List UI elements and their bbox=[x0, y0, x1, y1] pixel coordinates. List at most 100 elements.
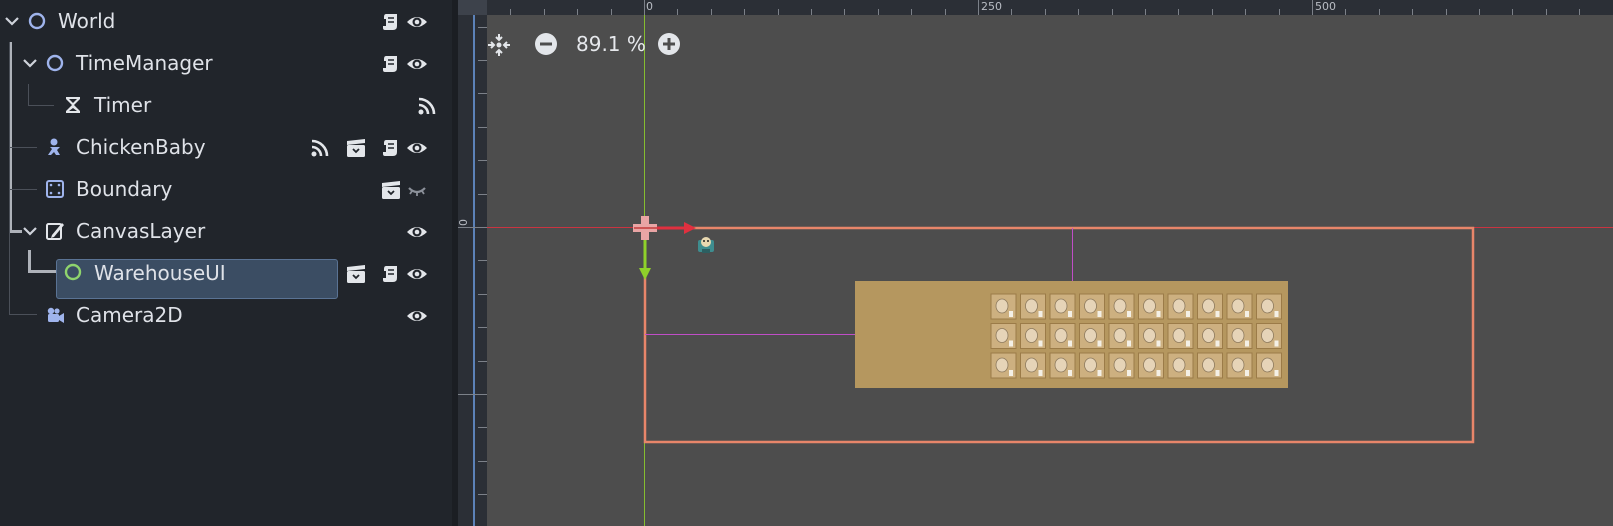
inventory-slot bbox=[990, 323, 1017, 349]
inventory-slot bbox=[1138, 293, 1164, 320]
tree-item-canvaslayer[interactable]: CanvasLayer bbox=[0, 211, 455, 251]
inventory-slot bbox=[1138, 352, 1164, 379]
control-node-icon bbox=[64, 263, 82, 281]
signal-icon[interactable] bbox=[416, 95, 438, 117]
ruler-label: 250 bbox=[981, 0, 1002, 13]
ruler-label: 500 bbox=[1315, 0, 1336, 13]
tree-item-label: World bbox=[58, 9, 116, 33]
inventory-slot bbox=[1197, 323, 1223, 349]
ruler-tick bbox=[778, 9, 779, 15]
tree-item-label: Boundary bbox=[76, 177, 173, 201]
canvas-viewport[interactable]: 0 250 500 0 89.1 % bbox=[458, 0, 1613, 526]
inventory-slot bbox=[1226, 352, 1253, 379]
ruler-tick bbox=[544, 9, 545, 15]
inventory-slot bbox=[1197, 293, 1223, 320]
ruler-tick bbox=[1045, 9, 1046, 15]
visibility-eye-icon[interactable] bbox=[406, 137, 428, 159]
inventory-slot bbox=[1256, 323, 1282, 349]
ruler-tick bbox=[1245, 9, 1246, 15]
tree-item-label: WarehouseUI bbox=[94, 261, 226, 285]
ruler-tick bbox=[644, 0, 645, 15]
ruler-tick bbox=[878, 9, 879, 15]
ruler-tick bbox=[1178, 9, 1179, 15]
hidden-eye-icon[interactable] bbox=[406, 179, 428, 201]
ruler-tick bbox=[711, 9, 712, 15]
tree-item-camera2d[interactable]: Camera2D bbox=[0, 295, 455, 335]
ruler-tick bbox=[478, 160, 487, 161]
horizontal-ruler[interactable] bbox=[458, 0, 1613, 15]
tree-item-timemanager[interactable]: TimeManager bbox=[0, 43, 455, 83]
ruler-tick bbox=[478, 27, 487, 28]
inventory-slot bbox=[1108, 323, 1135, 349]
chevron-down-icon[interactable] bbox=[20, 53, 40, 73]
ruler-tick bbox=[458, 394, 487, 395]
chevron-down-icon[interactable] bbox=[2, 11, 22, 31]
inventory-slot bbox=[1020, 293, 1046, 320]
ruler-tick bbox=[478, 93, 487, 94]
inventory-slot bbox=[1256, 293, 1282, 320]
ruler-label: 0 bbox=[458, 219, 470, 226]
tree-item-timer[interactable]: Timer bbox=[0, 85, 455, 125]
ruler-tick bbox=[478, 361, 487, 362]
inventory-slot bbox=[1138, 323, 1164, 349]
node-circle-icon bbox=[28, 12, 46, 30]
ruler-tick bbox=[478, 461, 487, 462]
inventory-slot bbox=[1197, 352, 1223, 379]
clapperboard-icon[interactable] bbox=[345, 263, 367, 285]
tree-item-label: CanvasLayer bbox=[76, 219, 206, 243]
ruler-tick bbox=[1512, 9, 1513, 15]
ruler-tick bbox=[978, 0, 979, 15]
tree-item-boundary[interactable]: Boundary bbox=[0, 169, 455, 209]
script-icon[interactable] bbox=[380, 53, 402, 75]
clapperboard-icon[interactable] bbox=[345, 137, 367, 159]
scene-tree-panel: World TimeManager Timer ChickenBaby Boun… bbox=[0, 0, 455, 526]
camera-icon bbox=[47, 307, 64, 323]
tree-item-warehouseui[interactable]: WarehouseUI bbox=[0, 253, 455, 299]
inventory-slot bbox=[1049, 352, 1076, 379]
chicken-baby-sprite bbox=[698, 237, 714, 253]
tree-item-label: ChickenBaby bbox=[76, 135, 206, 159]
inventory-slot bbox=[1167, 352, 1194, 379]
ruler-tick bbox=[1379, 9, 1380, 15]
signal-icon[interactable] bbox=[309, 137, 331, 159]
scene-canvas[interactable] bbox=[458, 0, 1613, 526]
visibility-eye-icon[interactable] bbox=[406, 53, 428, 75]
clapperboard-icon[interactable] bbox=[380, 179, 402, 201]
inventory-slot bbox=[990, 293, 1017, 320]
ruler-tick bbox=[1446, 9, 1447, 15]
zoom-in-icon[interactable] bbox=[656, 31, 682, 57]
ruler-tick bbox=[1212, 9, 1213, 15]
move-gizmo bbox=[633, 216, 696, 280]
tree-item-label: Timer bbox=[94, 93, 152, 117]
tree-item-chickenbaby[interactable]: ChickenBaby bbox=[0, 127, 455, 167]
script-icon[interactable] bbox=[380, 11, 402, 33]
visibility-eye-icon[interactable] bbox=[406, 305, 428, 327]
script-icon[interactable] bbox=[380, 137, 402, 159]
center-view-icon[interactable] bbox=[486, 32, 512, 58]
visibility-eye-icon[interactable] bbox=[406, 263, 428, 285]
ruler-tick bbox=[478, 194, 487, 195]
ruler-edge bbox=[473, 15, 475, 526]
ruler-tick bbox=[911, 9, 912, 15]
ruler-label: 0 bbox=[646, 0, 653, 13]
ruler-corner bbox=[458, 0, 487, 15]
ruler-tick bbox=[844, 9, 845, 15]
tree-item-world[interactable]: World bbox=[0, 1, 455, 41]
hourglass-icon bbox=[66, 97, 80, 113]
ruler-tick bbox=[744, 9, 745, 15]
ruler-tick bbox=[1011, 9, 1012, 15]
script-icon[interactable] bbox=[380, 263, 402, 285]
zoom-level-label[interactable]: 89.1 % bbox=[576, 32, 646, 56]
zoom-out-icon[interactable] bbox=[533, 31, 559, 57]
ruler-tick bbox=[478, 427, 487, 428]
ruler-tick bbox=[478, 260, 487, 261]
reference-rect-icon bbox=[46, 180, 64, 198]
ruler-tick bbox=[1279, 9, 1280, 15]
ruler-tick bbox=[945, 9, 946, 15]
inventory-slot bbox=[1020, 323, 1046, 349]
visibility-eye-icon[interactable] bbox=[406, 221, 428, 243]
ruler-tick bbox=[1345, 9, 1346, 15]
inventory-slot bbox=[1167, 323, 1194, 349]
visibility-eye-icon[interactable] bbox=[406, 11, 428, 33]
chevron-down-icon[interactable] bbox=[20, 221, 40, 241]
